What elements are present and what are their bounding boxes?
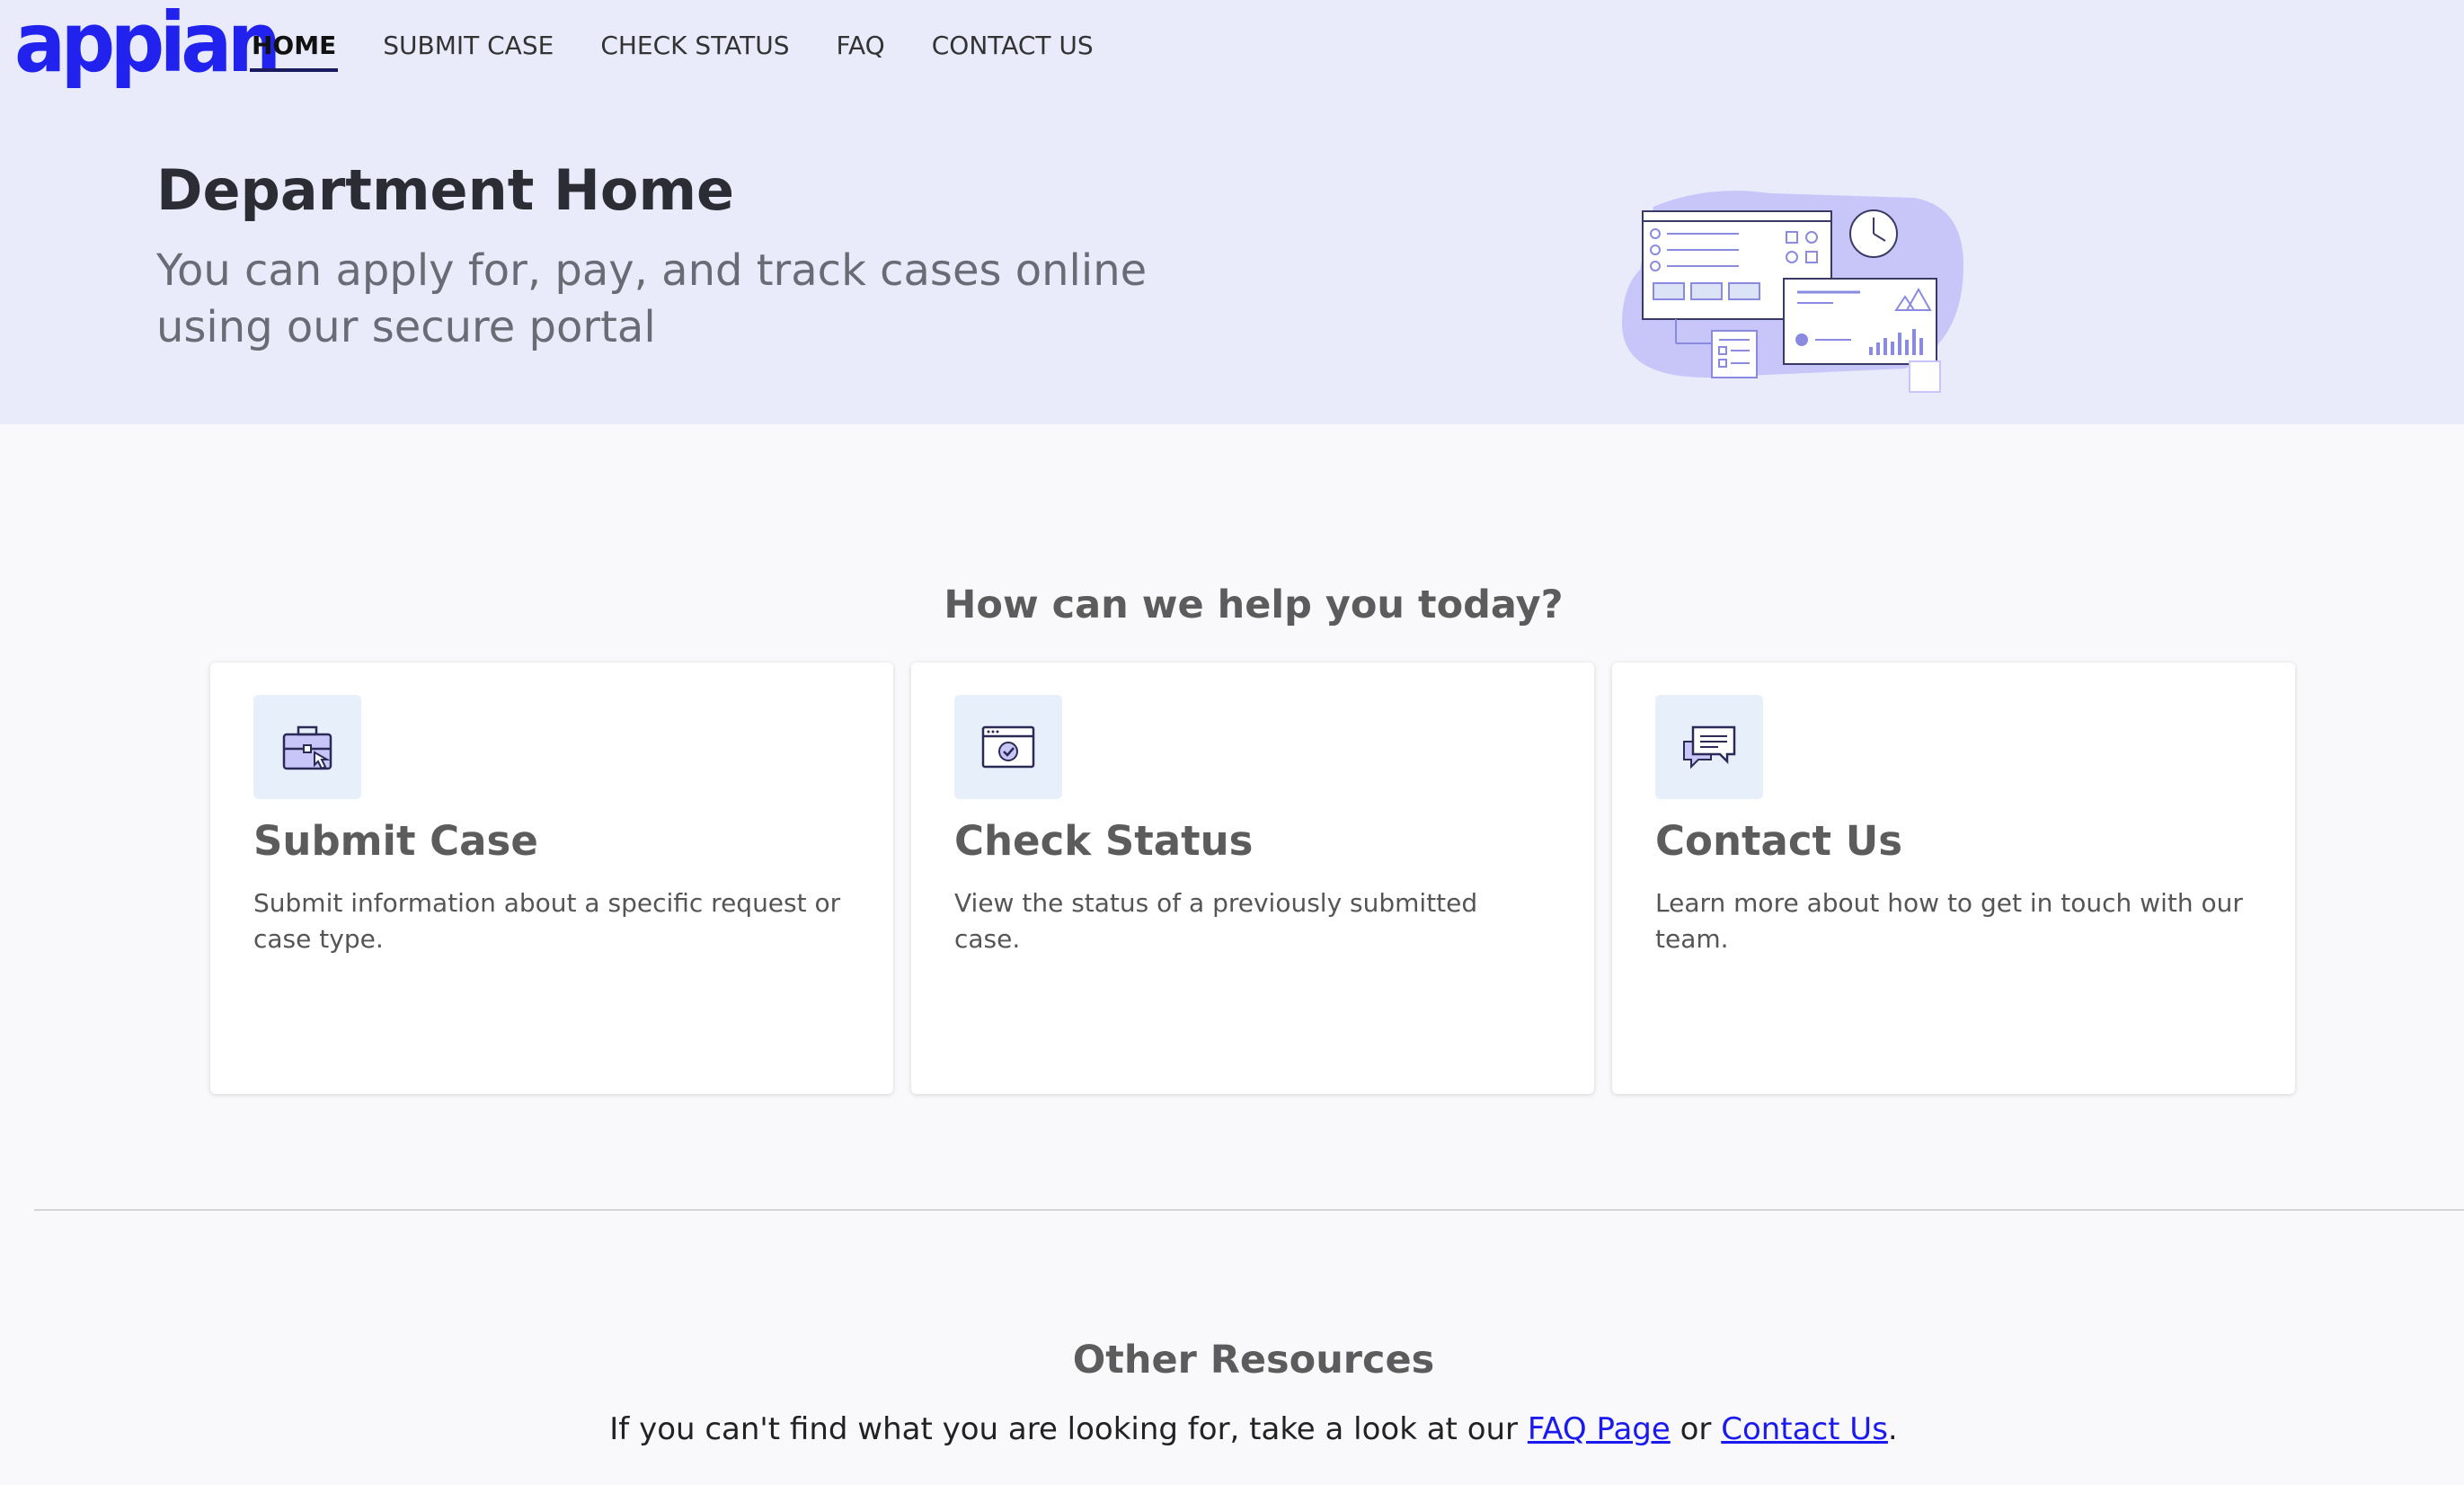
nav-item-faq[interactable]: FAQ [836, 0, 884, 90]
page-subtitle: You can apply for, pay, and track cases … [156, 245, 1148, 352]
card-title: Check Status [954, 817, 1254, 865]
card-description: View the status of a previously submitte… [954, 888, 1478, 954]
card-description: Submit information about a specific requ… [253, 888, 841, 954]
resources-text: If you can't find what you are looking f… [0, 1411, 2464, 1447]
help-heading: How can we help you today? [944, 582, 1564, 627]
contact-us-link[interactable]: Contact Us [1721, 1411, 1888, 1447]
card-title: Submit Case [253, 817, 538, 865]
main-nav: HOME SUBMIT CASE CHECK STATUS FAQ CONTAC… [249, 0, 1140, 90]
appian-logo[interactable]: appian [14, 2, 281, 84]
resources-heading: Other Resources [1072, 1338, 1435, 1383]
nav-item-submit-case[interactable]: SUBMIT CASE [383, 0, 554, 90]
resources-text-middle: or [1670, 1411, 1722, 1447]
section-divider [34, 1209, 2464, 1211]
briefcase-icon [253, 695, 361, 799]
page-title: Department Home [156, 157, 735, 223]
resources-text-after: . [1887, 1411, 1898, 1447]
dashboard-illustration [1622, 191, 1963, 393]
nav-item-check-status[interactable]: CHECK STATUS [600, 0, 789, 90]
nav-item-home[interactable]: HOME [249, 0, 339, 90]
check-status-card[interactable]: Check Status View the status of a previo… [911, 662, 1594, 1094]
check-window-icon [954, 695, 1062, 799]
nav-item-contact-us[interactable]: CONTACT US [932, 0, 1094, 90]
card-description: Learn more about how to get in touch wit… [1655, 888, 2243, 954]
resources-text-before: If you can't find what you are looking f… [609, 1411, 1528, 1447]
card-title: Contact Us [1655, 817, 1903, 865]
faq-page-link[interactable]: FAQ Page [1528, 1411, 1671, 1447]
page-header: appian HOME SUBMIT CASE CHECK STATUS FAQ… [0, 0, 2464, 424]
chat-bubbles-icon [1655, 695, 1763, 799]
contact-us-card[interactable]: Contact Us Learn more about how to get i… [1612, 662, 2295, 1094]
submit-case-card[interactable]: Submit Case Submit information about a s… [210, 662, 893, 1094]
